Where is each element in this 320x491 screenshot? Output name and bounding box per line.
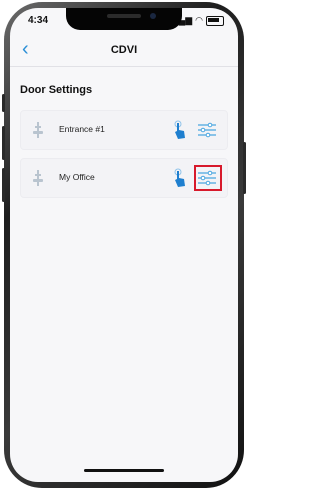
- home-indicator[interactable]: [84, 469, 164, 472]
- door-lock-icon: [33, 170, 43, 186]
- mute-switch: [2, 94, 5, 112]
- tap-unlock-icon[interactable]: [173, 120, 187, 140]
- door-lock-icon: [33, 122, 43, 138]
- highlight-box: [194, 165, 222, 191]
- power-button: [243, 142, 246, 194]
- door-card[interactable]: Entrance #1: [20, 110, 228, 150]
- door-label: My Office: [59, 172, 95, 182]
- section-title: Door Settings: [20, 84, 93, 96]
- page-title: CDVI: [110, 44, 138, 56]
- volume-up-button: [2, 126, 5, 160]
- status-time: 4:34: [28, 15, 49, 26]
- settings-sliders-icon[interactable]: [197, 121, 217, 139]
- wifi-icon: ◠: [195, 15, 203, 25]
- speaker: [107, 14, 141, 18]
- phone-frame: 4:34 ▂▄▆ ◠ ‹ CDVI Door Settings Entrance…: [2, 2, 246, 488]
- door-card[interactable]: My Office: [20, 158, 228, 198]
- navigation-bar: ‹ CDVI: [10, 36, 238, 67]
- camera: [150, 13, 156, 19]
- notch: [66, 8, 182, 30]
- battery-icon: [206, 15, 224, 26]
- door-label: Entrance #1: [59, 124, 105, 134]
- volume-down-button: [2, 168, 5, 202]
- screen: 4:34 ▂▄▆ ◠ ‹ CDVI Door Settings Entrance…: [10, 8, 238, 482]
- tap-unlock-icon[interactable]: [173, 168, 187, 188]
